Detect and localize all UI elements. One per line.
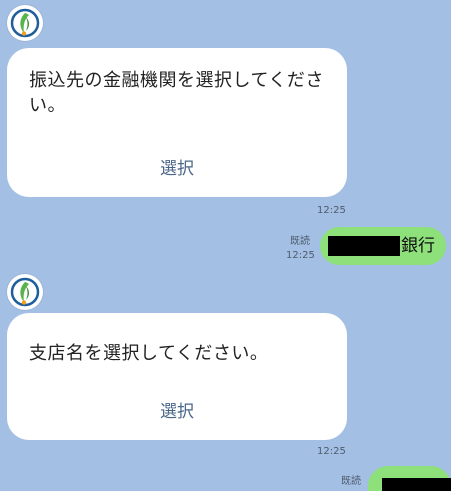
bot-message-text: 支店名を選択してください。 (29, 343, 269, 364)
message-time: 12:25 (317, 446, 346, 457)
bot-message-card: 支店名を選択してください。 選択 (7, 313, 347, 440)
message-time: 12:25 (286, 250, 315, 261)
message-time: 12:25 (317, 205, 346, 216)
bank-suffix-text: 銀行 (401, 236, 435, 256)
bot-avatar[interactable] (7, 5, 43, 41)
select-branch-button[interactable]: 選択 (7, 397, 347, 422)
leaf-logo-icon (8, 6, 42, 40)
redacted-branch-name (382, 478, 451, 491)
bot-message-text: 振込先の金融機関を選択してください。 (29, 70, 324, 116)
read-receipt: 既読 (290, 236, 310, 247)
bot-avatar[interactable] (7, 274, 43, 310)
read-receipt: 既読 (341, 476, 361, 487)
bot-message-card: 振込先の金融機関を選択してください。 選択 (7, 48, 347, 197)
select-bank-button[interactable]: 選択 (7, 154, 347, 179)
redacted-bank-name (328, 236, 400, 256)
user-message-bubble: 銀行 (320, 227, 446, 265)
leaf-logo-icon (8, 275, 42, 309)
user-message-bubble (368, 466, 451, 491)
